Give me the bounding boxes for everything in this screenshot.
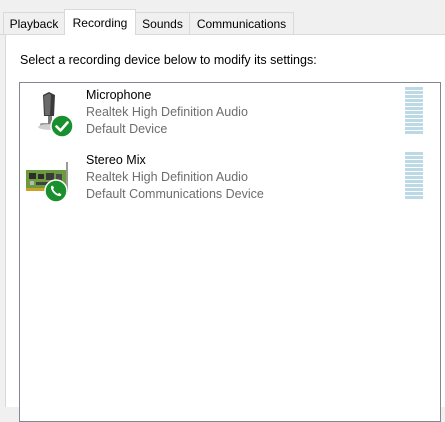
recording-panel: Select a recording device below to modif… bbox=[5, 35, 445, 422]
device-status: Default Communications Device bbox=[86, 187, 264, 201]
tab-communications[interactable]: Communications bbox=[189, 12, 294, 34]
green-checkmark-badge bbox=[50, 114, 74, 138]
tab-recording[interactable]: Recording bbox=[64, 9, 136, 35]
device-name: Stereo Mix bbox=[86, 153, 146, 167]
device-driver: Realtek High Definition Audio bbox=[86, 170, 248, 184]
device-item-microphone[interactable]: Microphone Realtek High Definition Audio… bbox=[20, 84, 440, 144]
tab-playback[interactable]: Playback bbox=[3, 12, 65, 34]
level-meter bbox=[405, 87, 423, 137]
level-meter bbox=[405, 152, 423, 202]
tab-strip: Playback Recording Sounds Communications bbox=[0, 0, 445, 35]
device-item-stereo-mix[interactable]: Stereo Mix Realtek High Definition Audio… bbox=[20, 149, 440, 209]
device-name: Microphone bbox=[86, 88, 152, 102]
tab-sounds[interactable]: Sounds bbox=[135, 12, 190, 34]
device-status: Default Device bbox=[86, 122, 168, 136]
device-driver: Realtek High Definition Audio bbox=[86, 105, 248, 119]
instruction-text: Select a recording device below to modif… bbox=[20, 53, 317, 67]
green-phone-badge bbox=[44, 179, 68, 203]
device-list[interactable]: Microphone Realtek High Definition Audio… bbox=[19, 82, 441, 422]
